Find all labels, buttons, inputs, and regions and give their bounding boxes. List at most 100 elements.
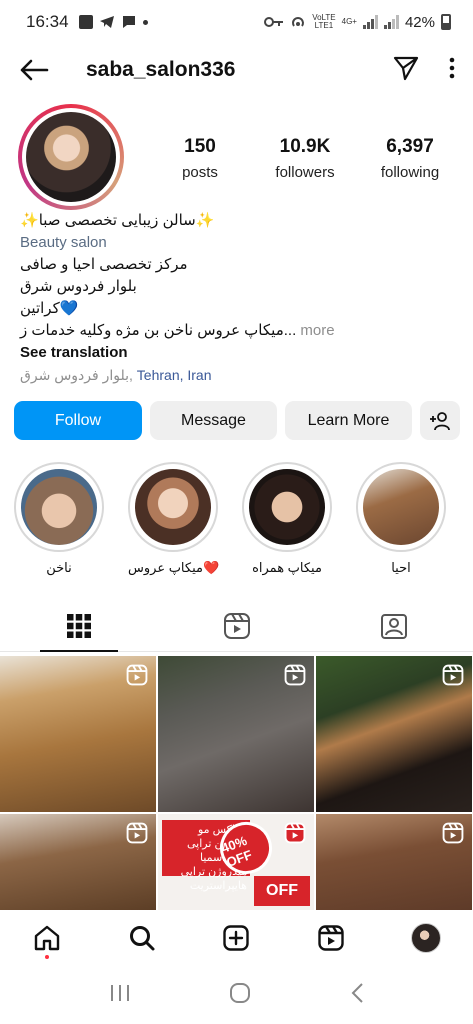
system-indicators: VoLTE LTE1 4G+ 42% [264,14,451,31]
bio-more-link[interactable]: more [300,322,334,339]
location-city: Tehran, Iran [136,367,212,383]
key-icon [264,17,284,27]
create-icon [223,925,250,951]
posts-stat[interactable]: 150 posts [150,136,250,181]
nav-create[interactable] [189,910,284,966]
highlight-cover [135,469,211,545]
profile-bio: ✨سالن زیبایی تخصصی صبا✨ Beauty salon مرک… [20,210,460,386]
highlight-cover [249,469,325,545]
highlight-caption: ناخن [46,560,72,575]
location-street: بلوار فردوس شرق [20,367,130,383]
highlight-item[interactable]: میکاپ همراه [242,462,332,576]
share-profile-button[interactable] [393,55,419,86]
bio-line: کراتین💙 [20,300,79,317]
home-notification-dot [45,955,50,959]
posts-count: 150 [184,136,216,157]
reel-indicator-icon [442,822,464,844]
bio-line: بلوار فردوس شرق [20,278,137,295]
chevron-left-icon [351,982,363,1003]
more-notifications-dot [142,19,148,25]
home-circle-icon [230,982,251,1003]
highlight-item[interactable]: احیا [356,462,446,576]
tab-posts-grid[interactable] [0,600,158,652]
highlight-item[interactable]: میکاپ عروس❤️ [128,462,220,576]
location-link[interactable]: بلوار فردوس شرق, Tehran, Iran [20,364,460,386]
bio-category: Beauty salon [20,234,107,251]
notification-icons [78,15,148,29]
more-vertical-icon [449,57,455,78]
profile-avatar [26,112,116,202]
highlight-caption: میکاپ همراه [252,560,322,575]
highlight-cover [21,469,97,545]
followers-count: 10.9K [279,136,331,157]
nav-profile[interactable] [378,910,473,966]
following-stat[interactable]: 6,397 following [360,136,460,181]
home-button[interactable] [229,982,251,1009]
following-label: following [380,164,440,181]
learn-more-button[interactable]: Learn More [285,401,412,440]
back-system-button[interactable] [350,982,364,1009]
reel-indicator-icon [284,664,306,686]
bio-line-truncated: میکاپ عروس ناخن بن مژه وکلیه خدمات ز... … [20,320,460,342]
signal-strength-icon-2 [383,15,399,29]
telegram-icon [99,16,114,28]
back-button[interactable] [18,54,50,86]
recent-apps-button[interactable] [109,983,131,1008]
bio-line: میکاپ عروس ناخن بن مژه وکلیه خدمات ز... [20,322,297,339]
suggested-accounts-button[interactable] [420,401,460,440]
arrow-left-icon [20,59,49,81]
followers-stat[interactable]: 10.9K followers [255,136,355,181]
tagged-icon [381,613,408,639]
status-bar: 16:34 VoLTE LTE1 4G+ 42% [0,0,473,44]
tab-reels[interactable] [158,600,316,651]
post-thumbnail[interactable] [0,656,156,812]
story-highlights: ناخن میکاپ عروس❤️ میکاپ همراه احیا [0,462,473,582]
reel-indicator-icon [126,664,148,686]
nav-search[interactable] [95,910,190,966]
recent-apps-icon [111,984,130,1001]
hotspot-icon [292,17,305,27]
android-navigation-bar [0,966,473,1024]
options-menu-button[interactable] [449,57,455,84]
signal-strength-icon [362,15,378,29]
battery-icon [441,14,451,30]
reel-indicator-icon [442,664,464,686]
clock: 16:34 [26,12,69,31]
search-icon [129,926,155,951]
post-thumbnail[interactable] [316,814,472,910]
highlight-caption: احیا [391,560,411,575]
post-thumbnail-promo[interactable]: بوتاکس مو پروتئین تراپی نانوپلاسمیا هیدر… [158,814,314,910]
post-thumbnail[interactable] [0,814,156,910]
bio-line: مرکز تخصصی احیا و صافی [20,256,188,273]
profile-content-tabs [0,600,473,652]
profile-username: saba_salon336 [86,58,236,81]
reel-indicator-icon [126,822,148,844]
message-button[interactable]: Message [150,401,277,440]
tab-tagged[interactable] [315,600,473,651]
posts-label: posts [182,164,218,181]
chat-icon [122,16,135,28]
reel-indicator-icon [284,822,306,844]
post-thumbnail[interactable] [158,656,314,812]
post-thumbnail[interactable] [316,656,472,812]
follow-button[interactable]: Follow [14,401,142,440]
highlight-item[interactable]: ناخن [14,462,104,576]
profile-actions: Follow Message Learn More [14,401,460,440]
nav-home[interactable] [0,910,95,966]
profile-app-bar: saba_salon336 [0,44,473,96]
add-person-icon [430,411,450,430]
network-type: 4G+ [341,17,357,26]
following-count: 6,397 [386,136,434,157]
bio-name: ✨سالن زیبایی تخصصی صبا✨ [20,212,215,229]
profile-avatar-story-ring[interactable] [18,104,124,210]
reels-icon [223,612,250,639]
profile-stats: 150 posts 10.9K followers 6,397 followin… [150,136,460,181]
gallery-icon [78,15,93,29]
battery-percent: 42% [404,13,435,31]
highlight-caption: میکاپ عروس❤️ [128,560,220,575]
nav-reels[interactable] [284,910,379,966]
promo-off-label: OFF [254,876,310,906]
reels-icon [318,925,344,951]
see-translation-link[interactable]: See translation [20,342,460,364]
volte-indicator: VoLTE LTE1 [312,13,336,30]
